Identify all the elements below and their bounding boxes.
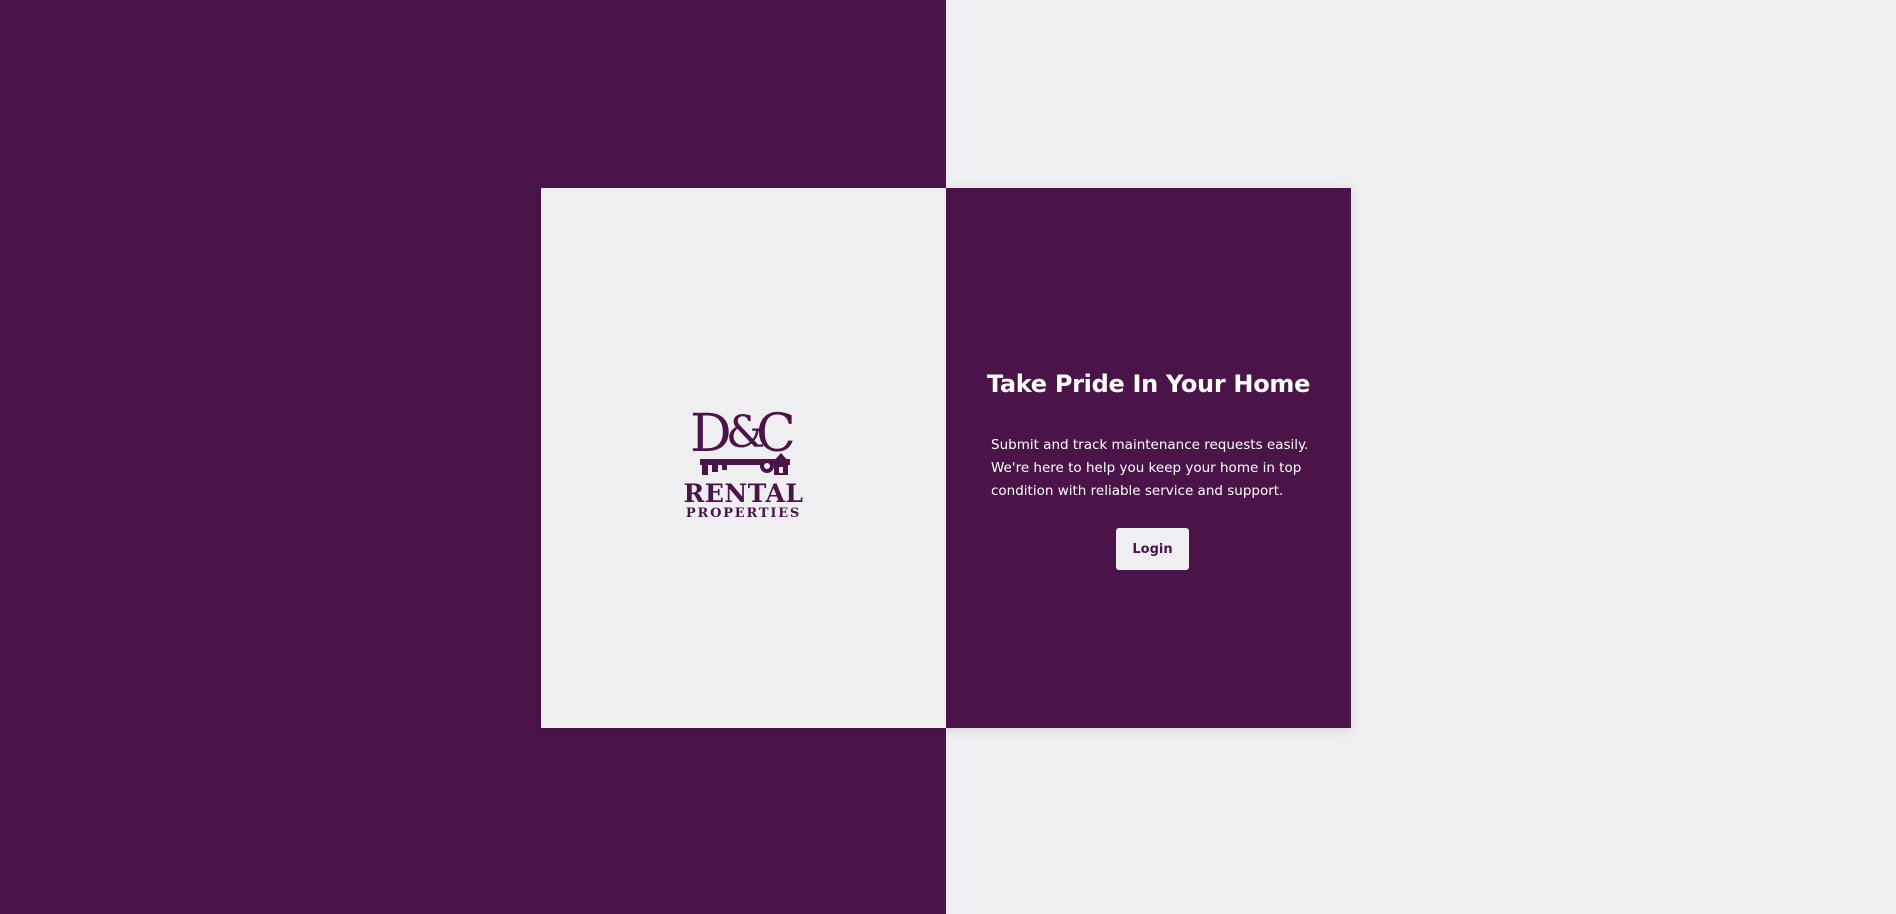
key-house-icon: D & C [690,404,796,475]
landing-page: D & C RENTAL PROPERTIES Take Pride In Yo… [0,0,1896,914]
logo-properties-text: PROPERTIES [685,505,802,521]
login-button[interactable]: Login [1116,528,1189,570]
company-logo: D & C RENTAL PROPERTIES [684,399,804,522]
logo-panel: D & C RENTAL PROPERTIES [541,188,946,728]
page-title: Take Pride In Your Home [986,370,1311,398]
welcome-card: D & C RENTAL PROPERTIES Take Pride In Yo… [541,188,1351,728]
intro-panel: Take Pride In Your Home Submit and track… [946,188,1351,728]
svg-text:C: C [756,404,796,464]
intro-description: Submit and track maintenance requests ea… [991,437,1309,499]
logo-rental-text: RENTAL [683,478,804,508]
